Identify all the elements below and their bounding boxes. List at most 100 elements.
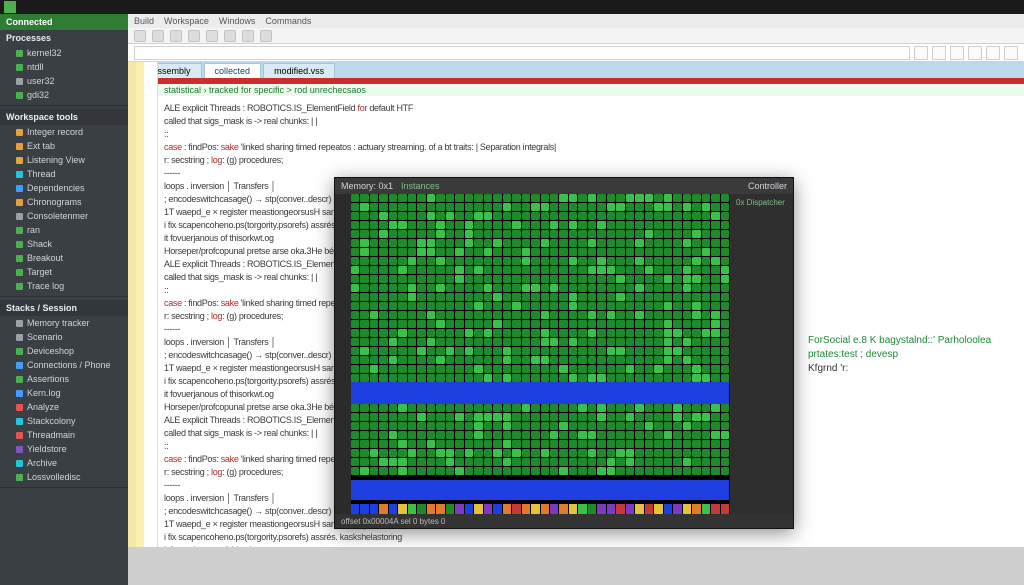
sidebar-item-label: ran: [27, 225, 40, 235]
sidebar-item[interactable]: Listening View: [0, 153, 128, 167]
menu-item[interactable]: Build: [134, 16, 154, 26]
addr-button[interactable]: [968, 46, 982, 60]
tab[interactable]: collected: [204, 63, 262, 78]
tool-button[interactable]: [134, 30, 146, 42]
sidebar-item[interactable]: Deviceshop: [0, 344, 128, 358]
sidebar-item[interactable]: ntdll: [0, 60, 128, 74]
hex-title-bar[interactable]: Memory: 0x1 Instances Controller: [335, 178, 793, 194]
status-dot-icon: [16, 474, 23, 481]
sidebar-item[interactable]: Kern.log: [0, 386, 128, 400]
sidebar-item[interactable]: Yieldstore: [0, 442, 128, 456]
sidebar-item[interactable]: user32: [0, 74, 128, 88]
sidebar-item-label: Yieldstore: [27, 444, 67, 454]
status-dot-icon: [16, 213, 23, 220]
sidebar-item[interactable]: Thread: [0, 167, 128, 181]
tool-button[interactable]: [188, 30, 200, 42]
sidebar-item[interactable]: Analyze: [0, 400, 128, 414]
sidebar-item-label: Thread: [27, 169, 56, 179]
menu-bar[interactable]: Build Workspace Windows Commands: [128, 14, 1024, 28]
sidebar-item[interactable]: Threadmain: [0, 428, 128, 442]
code-line[interactable]: called that sigs_mask is -> real chunks:…: [164, 115, 1014, 128]
code-line[interactable]: r: secstring ; log: (g) procedures;: [164, 154, 1014, 167]
code-line[interactable]: ::: [164, 128, 1014, 141]
addr-button[interactable]: [1004, 46, 1018, 60]
sidebar-item-label: Integer record: [27, 127, 83, 137]
addr-button[interactable]: [914, 46, 928, 60]
sidebar-item[interactable]: Assertions: [0, 372, 128, 386]
address-input[interactable]: [134, 46, 910, 60]
tool-button[interactable]: [170, 30, 182, 42]
sidebar-item[interactable]: Dependencies: [0, 181, 128, 195]
status-dot-icon: [16, 50, 23, 57]
status-dot-icon: [16, 185, 23, 192]
sidebar-item[interactable]: Breakout: [0, 251, 128, 265]
sidebar-item[interactable]: Chronograms: [0, 195, 128, 209]
hex-status-bar: offset 0x00004A sel 0 bytes 0: [335, 514, 793, 528]
addr-button[interactable]: [950, 46, 964, 60]
work-area: Build Workspace Windows Commands: [128, 14, 1024, 585]
menu-item[interactable]: Commands: [265, 16, 311, 26]
sidebar-item-label: Archive: [27, 458, 57, 468]
code-line[interactable]: case : findPos: sake 'linked sharing tim…: [164, 141, 1014, 154]
sidebar-item-label: gdi32: [27, 90, 49, 100]
tool-button[interactable]: [260, 30, 272, 42]
sidebar-item[interactable]: Stackcolony: [0, 414, 128, 428]
doc-footer: [128, 547, 1024, 585]
status-dot-icon: [16, 390, 23, 397]
hex-tab[interactable]: Controller: [748, 181, 787, 191]
sidebar-item[interactable]: Trace log: [0, 279, 128, 293]
tool-button[interactable]: [224, 30, 236, 42]
sidebar-item[interactable]: Connections / Phone: [0, 358, 128, 372]
menu-item[interactable]: Workspace: [164, 16, 209, 26]
sidebar: Connected Processes kernel32 ntdll user32 gd…: [0, 14, 128, 585]
status-dot-icon: [16, 283, 23, 290]
status-dot-icon: [16, 362, 23, 369]
tab[interactable]: modified.vss: [263, 63, 335, 78]
sidebar-section: Stacks / Session: [0, 300, 128, 316]
hex-viewer-window[interactable]: Memory: 0x1 Instances Controller 0x Disp…: [334, 177, 794, 529]
code-line[interactable]: i fix scapencoheno.ps(torgority.psorefs)…: [164, 531, 1014, 544]
hex-tab[interactable]: Memory: 0x1: [341, 181, 393, 191]
sidebar-item[interactable]: ran: [0, 223, 128, 237]
tool-button[interactable]: [206, 30, 218, 42]
sidebar-item[interactable]: Consoletenmer: [0, 209, 128, 223]
code-line[interactable]: ALE explicit Threads : ROBOTICS.IS_Eleme…: [164, 102, 1014, 115]
sidebar-item-label: Dependencies: [27, 183, 85, 193]
status-dot-icon: [16, 269, 23, 276]
note-line: ForSocial e.8 K bagystalnd::' Parholoole…: [808, 334, 1024, 362]
sidebar-item-label: Stackcolony: [27, 416, 76, 426]
status-dot-icon: [16, 376, 23, 383]
sidebar-item-label: Ext tab: [27, 141, 55, 151]
sidebar-item[interactable]: gdi32: [0, 88, 128, 102]
sidebar-item[interactable]: Integer record: [0, 125, 128, 139]
menu-item[interactable]: Windows: [219, 16, 256, 26]
sidebar-item-label: Deviceshop: [27, 346, 74, 356]
side-notes: ForSocial e.8 K bagystalnd::' Parholoole…: [808, 334, 1024, 376]
sidebar-item[interactable]: Memory tracker: [0, 316, 128, 330]
sidebar-item[interactable]: Lossvolledisc: [0, 470, 128, 484]
addr-button[interactable]: [932, 46, 946, 60]
sidebar-item-label: ntdll: [27, 62, 44, 72]
sidebar-item[interactable]: Scenario: [0, 330, 128, 344]
hex-selection-band: [351, 480, 729, 500]
hex-tab[interactable]: Instances: [401, 181, 440, 191]
sidebar-item-label: Target: [27, 267, 52, 277]
tool-button[interactable]: [242, 30, 254, 42]
sidebar-item[interactable]: Target: [0, 265, 128, 279]
sidebar-item[interactable]: Archive: [0, 456, 128, 470]
sidebar-section: Processes: [0, 30, 128, 46]
sidebar-item[interactable]: kernel32: [0, 46, 128, 60]
sidebar-item[interactable]: Shack: [0, 237, 128, 251]
sidebar-item-label: Threadmain: [27, 430, 75, 440]
tool-button[interactable]: [152, 30, 164, 42]
status-dot-icon: [16, 157, 23, 164]
status-dot-icon: [16, 143, 23, 150]
sidebar-item[interactable]: Ext tab: [0, 139, 128, 153]
status-dot-icon: [16, 334, 23, 341]
hex-grid[interactable]: [351, 194, 729, 514]
status-dot-icon: [16, 92, 23, 99]
sidebar-header: Connected: [0, 14, 128, 30]
sidebar-item-label: kernel32: [27, 48, 62, 58]
status-dot-icon: [16, 460, 23, 467]
addr-button[interactable]: [986, 46, 1000, 60]
